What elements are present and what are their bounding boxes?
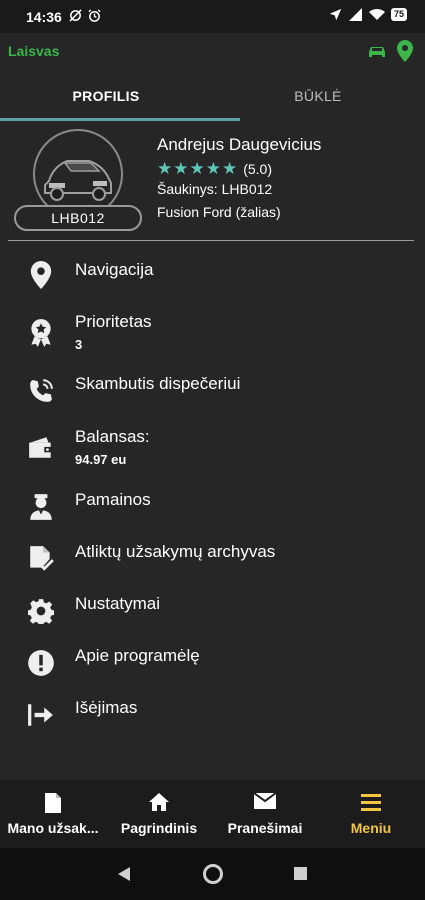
menu-label: Atliktų užsakymų archyvas	[75, 542, 276, 561]
app-bar: Laisvas	[0, 33, 425, 69]
driver-name: Andrejus Daugevicius	[157, 135, 322, 154]
menu-label: Navigacija	[75, 260, 154, 279]
menu-label: Pamainos	[75, 490, 151, 509]
menu-item-nustatymai[interactable]: Nustatymai	[0, 584, 425, 636]
car-info: Fusion Ford (žalias)	[157, 204, 281, 220]
menu-item-isejimas[interactable]: Išėjimas	[0, 688, 425, 740]
menu-icon	[318, 792, 424, 816]
phone-call-icon	[26, 376, 56, 406]
nav-label: Mano užsak...	[7, 820, 99, 836]
nav-pagrindinis[interactable]: Pagrindinis	[106, 780, 212, 848]
profile-tabs: PROFILIS BŪKLĖ	[0, 69, 425, 121]
tab-profilis[interactable]: PROFILIS	[0, 69, 212, 121]
back-icon[interactable]	[117, 866, 131, 882]
document-icon	[0, 792, 106, 816]
menu-item-skambutis[interactable]: Skambutis dispečeriui	[0, 364, 425, 416]
document-check-icon	[26, 544, 56, 574]
menu-item-pamainos[interactable]: Pamainos	[0, 480, 425, 532]
nav-label: Pagrindinis	[120, 820, 198, 836]
app-bar-icons	[367, 40, 413, 62]
driver-status: Laisvas	[8, 43, 60, 59]
info-alert-icon	[26, 648, 56, 678]
gps-arrow-icon	[329, 8, 342, 21]
location-pin-icon[interactable]	[397, 40, 413, 62]
menu-label: Apie programėlę	[75, 646, 200, 665]
menu-sub-value: 3	[75, 337, 83, 352]
profile-card: LHB012 Andrejus Daugevicius ★★★★★ (5.0) …	[0, 121, 425, 241]
nav-meniu[interactable]: Meniu	[318, 780, 424, 848]
menu-label: Balansas:	[75, 427, 150, 446]
nav-mano-uzsakymai[interactable]: Mano užsak...	[0, 780, 106, 848]
status-time: 14:36	[26, 9, 62, 25]
nav-pranesimai[interactable]: Pranešimai	[212, 780, 318, 848]
nav-label: Pranešimai	[227, 820, 303, 836]
recents-icon[interactable]	[294, 867, 307, 880]
menu-label: Nustatymai	[75, 594, 161, 613]
sync-off-icon	[69, 9, 82, 22]
battery-icon: 75	[390, 8, 407, 21]
exit-icon	[26, 700, 56, 730]
menu-item-apie[interactable]: Apie programėlę	[0, 636, 425, 688]
home-icon	[106, 792, 212, 816]
callsign: Šaukinys: LHB012	[157, 181, 273, 197]
system-nav-bar	[0, 848, 425, 900]
tab-bukle[interactable]: BŪKLĖ	[212, 69, 424, 121]
menu-item-navigacija[interactable]: Navigacija	[0, 250, 425, 302]
bottom-nav: Mano užsak... Pagrindinis Pranešimai Men…	[0, 780, 425, 848]
home-circle-icon[interactable]	[202, 863, 224, 885]
signal-icon	[348, 8, 362, 21]
location-pin-icon	[26, 260, 56, 290]
rating-stars: ★★★★★	[157, 159, 239, 178]
car-icon[interactable]	[367, 44, 387, 58]
status-right-icons: 75	[329, 8, 407, 21]
status-left-icons	[68, 8, 102, 23]
profile-divider	[8, 240, 414, 241]
menu-label: Išėjimas	[75, 698, 138, 717]
alarm-icon	[88, 9, 101, 22]
menu-item-balansas[interactable]: Balansas: 94.97 eu	[0, 417, 425, 469]
driver-rating: ★★★★★ (5.0)	[157, 159, 272, 179]
driver-icon	[26, 492, 56, 522]
mail-icon	[212, 792, 318, 816]
nav-label: Meniu	[350, 820, 392, 836]
rating-value: (5.0)	[243, 161, 272, 177]
menu-item-prioritetas[interactable]: Prioritetas 3	[0, 302, 425, 354]
menu-sub-value: 94.97 eu	[75, 452, 127, 467]
menu-item-archyvas[interactable]: Atliktų užsakymų archyvas	[0, 532, 425, 584]
wifi-icon	[368, 8, 385, 20]
license-plate: LHB012	[14, 205, 142, 231]
gear-icon	[26, 596, 56, 626]
status-bar: 14:36 75	[0, 0, 425, 33]
badge-icon	[26, 318, 56, 348]
menu-label: Prioritetas	[75, 312, 152, 331]
wallet-icon	[26, 433, 56, 463]
menu-label: Skambutis dispečeriui	[75, 374, 241, 393]
